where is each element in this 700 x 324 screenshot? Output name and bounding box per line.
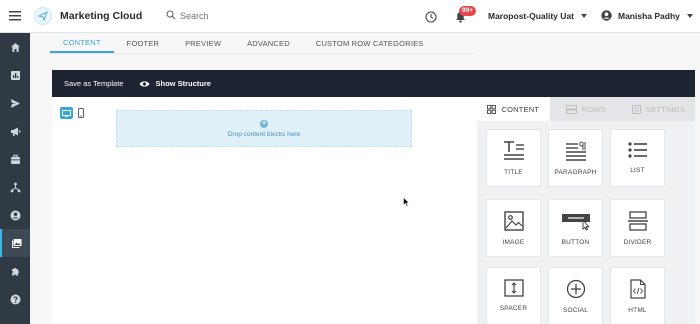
tab-footer[interactable]: FOOTER	[114, 33, 172, 53]
block-label: IMAGE	[502, 239, 525, 246]
panel-tab-content[interactable]: CONTENT	[477, 97, 550, 121]
mouse-cursor-icon	[403, 194, 410, 212]
reports-icon[interactable]	[0, 61, 30, 89]
tab-advanced[interactable]: ADVANCED	[234, 33, 303, 53]
tabs-divider	[50, 53, 475, 54]
top-header: Marketing Cloud	[0, 0, 700, 33]
save-as-template-button[interactable]: Save as Template	[64, 79, 123, 88]
panel-tab-rows[interactable]: ROWS	[549, 97, 623, 121]
list-icon	[627, 142, 647, 158]
title-icon	[503, 141, 524, 160]
chevron-down-icon	[686, 13, 693, 18]
tab-preview[interactable]: PREVIEW	[172, 33, 234, 53]
content-library-icon[interactable]	[0, 229, 30, 257]
block-paragraph[interactable]: PARAGRAPH	[548, 129, 603, 187]
panel-tab-label: SETTINGS	[645, 104, 686, 114]
panel-tab-label: ROWS	[581, 104, 606, 114]
notification-badge: 99+	[459, 6, 477, 16]
spacer-icon	[503, 279, 524, 297]
block-label: PARAGRAPH	[554, 169, 597, 176]
left-sidebar	[0, 33, 30, 324]
show-structure-toggle[interactable]: Show Structure	[139, 79, 211, 88]
briefcase-icon[interactable]	[0, 145, 30, 173]
user-name: Manisha Padhy	[618, 10, 680, 21]
block-social[interactable]: SOCIAL	[548, 267, 603, 324]
drop-hint: Drop content blocks here	[227, 130, 301, 138]
settings-panel-icon	[631, 104, 641, 114]
mobile-view-icon[interactable]	[77, 107, 85, 119]
search-input[interactable]	[180, 11, 300, 21]
block-label: HTML	[628, 307, 647, 314]
block-label: LIST	[630, 167, 645, 174]
send-icon[interactable]	[0, 89, 30, 117]
divider-icon	[627, 211, 648, 231]
block-title[interactable]: TITLE	[486, 129, 541, 187]
paragraph-icon	[565, 141, 586, 161]
block-label: SPACER	[499, 305, 528, 312]
block-spacer[interactable]: SPACER	[486, 267, 541, 324]
integrations-icon[interactable]	[0, 257, 30, 285]
add-icon: +	[260, 119, 268, 128]
grid-icon	[487, 104, 497, 114]
editor-action-bar: Save as Template Show Structure	[52, 70, 695, 97]
clock-icon[interactable]	[425, 10, 437, 28]
image-icon	[503, 211, 524, 231]
block-label: BUTTON	[561, 239, 590, 246]
search-bar	[166, 7, 300, 25]
home-icon[interactable]	[0, 33, 30, 61]
chevron-down-icon	[580, 14, 587, 18]
panel-tabs: CONTENT ROWS SETTINGS	[477, 97, 695, 121]
block-label: SOCIAL	[562, 307, 589, 314]
desktop-view-icon[interactable]	[60, 107, 73, 119]
tab-custom-row-categories[interactable]: CUSTOM ROW CATEGORIES	[303, 33, 437, 53]
user-avatar-icon	[601, 10, 612, 21]
drop-zone[interactable]: + Drop content blocks here	[116, 110, 412, 147]
app-logo[interactable]	[34, 7, 52, 25]
show-structure-label: Show Structure	[155, 79, 211, 88]
tab-content[interactable]: CONTENT	[50, 33, 114, 53]
block-button[interactable]: BUTTON	[548, 199, 603, 257]
account-name: Maropost-Quality Uat	[488, 11, 574, 21]
megaphone-icon[interactable]	[0, 117, 30, 145]
block-list[interactable]: LIST	[610, 129, 665, 187]
panel-tab-settings[interactable]: SETTINGS	[622, 97, 695, 121]
panel-tab-label: CONTENT	[501, 104, 540, 114]
block-image[interactable]: IMAGE	[486, 199, 541, 257]
account-selector[interactable]: Maropost-Quality Uat	[488, 11, 587, 21]
contacts-icon[interactable]	[0, 201, 30, 229]
button-icon	[561, 214, 590, 231]
search-icon[interactable]	[166, 7, 176, 25]
block-html[interactable]: HTML	[610, 267, 665, 324]
journeys-icon[interactable]	[0, 173, 30, 201]
editor-tabs: CONTENT FOOTER PREVIEW ADVANCED CUSTOM R…	[50, 33, 480, 53]
social-icon	[566, 279, 585, 299]
rows-icon	[565, 104, 577, 114]
block-divider[interactable]: DIVIDER	[610, 199, 665, 257]
html-icon	[629, 279, 646, 299]
app-title: Marketing Cloud	[60, 10, 143, 22]
eye-icon	[139, 80, 150, 87]
menu-icon[interactable]	[0, 0, 30, 33]
block-label: DIVIDER	[623, 239, 652, 246]
user-menu[interactable]: Manisha Padhy	[601, 10, 693, 21]
help-icon[interactable]	[0, 285, 30, 313]
block-label: TITLE	[504, 169, 523, 176]
